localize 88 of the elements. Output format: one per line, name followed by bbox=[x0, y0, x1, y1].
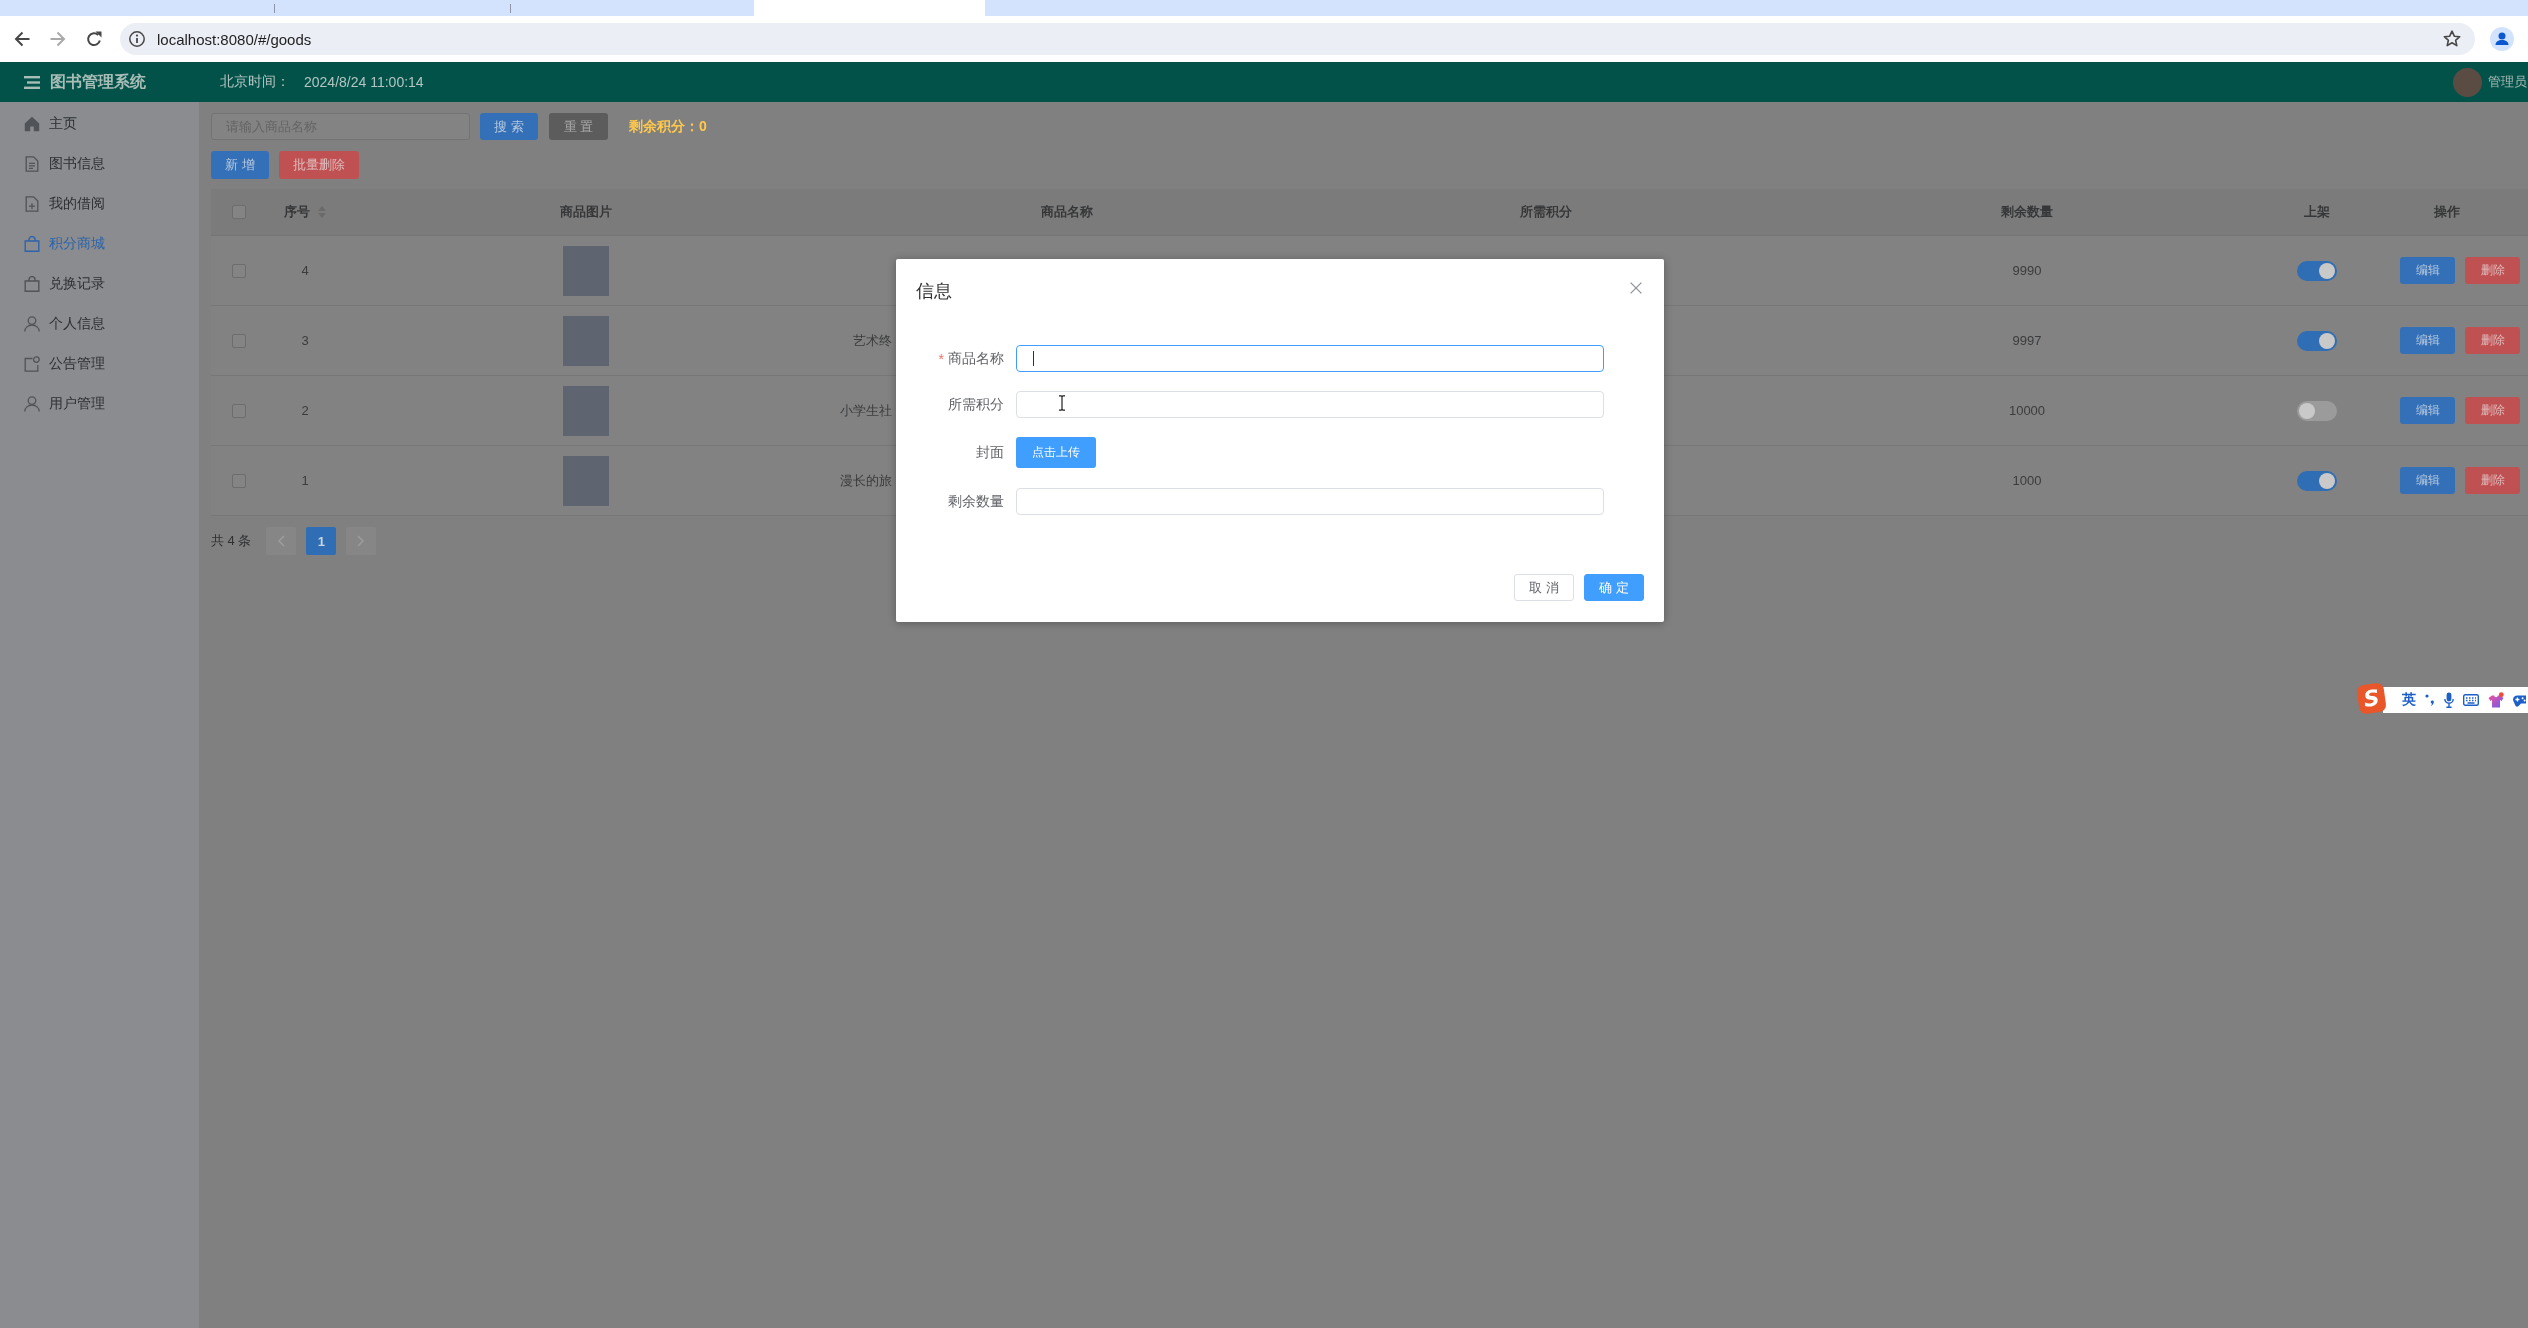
photo-placeholder bbox=[563, 455, 609, 506]
user-name[interactable]: 管理员 bbox=[2488, 73, 2527, 91]
table-cell: 艺术终 bbox=[853, 331, 892, 350]
reload-icon[interactable] bbox=[86, 31, 102, 47]
delete-button[interactable]: 删除 bbox=[2465, 327, 2520, 354]
table-cell: 2 bbox=[301, 403, 309, 418]
table-cell: 9990 bbox=[2012, 263, 2042, 278]
confirm-button[interactable]: 确 定 bbox=[1584, 574, 1644, 601]
column-header: 所需积分 bbox=[1520, 203, 1572, 221]
edit-button[interactable]: 编辑 bbox=[2400, 257, 2455, 284]
star-icon[interactable] bbox=[2443, 30, 2461, 48]
home-icon bbox=[24, 116, 40, 132]
toggle-switch[interactable] bbox=[2297, 470, 2337, 491]
reset-button[interactable]: 重 置 bbox=[549, 113, 608, 140]
table-cell: 3 bbox=[301, 333, 309, 348]
page-button[interactable]: 1 bbox=[306, 527, 337, 555]
shirt-icon[interactable] bbox=[2488, 692, 2504, 708]
field-label: 商品名称 bbox=[948, 349, 1004, 368]
photo-placeholder bbox=[563, 315, 609, 366]
bag-icon bbox=[24, 236, 40, 252]
info-icon[interactable] bbox=[129, 31, 145, 47]
table-cell: 小学生社 bbox=[840, 401, 892, 420]
required-mark: * bbox=[938, 350, 944, 367]
input-field[interactable] bbox=[1016, 345, 1604, 372]
input-mode-toggle[interactable]: 英 bbox=[2402, 691, 2416, 709]
sidebar-item[interactable]: 个人信息 bbox=[0, 304, 199, 344]
dialog-title: 信息 bbox=[916, 280, 952, 303]
user-icon bbox=[24, 396, 40, 412]
batch-delete-button[interactable]: 批量删除 bbox=[279, 151, 359, 179]
edit-button[interactable]: 编辑 bbox=[2400, 327, 2455, 354]
document-icon bbox=[24, 156, 40, 172]
photo-placeholder bbox=[563, 245, 609, 296]
upload-button[interactable]: 点击上传 bbox=[1016, 437, 1096, 468]
forward-arrow-icon[interactable] bbox=[50, 31, 66, 47]
gamepad-icon[interactable] bbox=[2513, 693, 2526, 707]
column-header: 剩余数量 bbox=[2001, 203, 2053, 221]
clock-value: 2024/8/24 11:00:14 bbox=[304, 74, 424, 90]
column-header: 商品图片 bbox=[560, 203, 612, 221]
table-cell: 1000 bbox=[2012, 473, 2042, 488]
toggle-switch[interactable] bbox=[2297, 260, 2337, 281]
back-arrow-icon[interactable] bbox=[14, 31, 30, 47]
text-caret bbox=[1033, 351, 1034, 366]
sidebar-item[interactable]: 我的借阅 bbox=[0, 184, 199, 224]
toggle-switch[interactable] bbox=[2297, 330, 2337, 351]
sidebar-item[interactable]: 公告管理 bbox=[0, 344, 199, 384]
punctuation-icon[interactable] bbox=[2425, 694, 2435, 706]
delete-button[interactable]: 删除 bbox=[2465, 397, 2520, 424]
column-header: 商品名称 bbox=[1041, 203, 1093, 221]
total-count: 共 4 条 bbox=[211, 532, 252, 550]
table-cell: 10000 bbox=[2008, 403, 2046, 418]
table-cell: 1 bbox=[301, 473, 309, 488]
bag-icon bbox=[24, 276, 40, 292]
close-icon[interactable] bbox=[1630, 282, 1642, 294]
search-button[interactable]: 搜 索 bbox=[480, 113, 538, 140]
menu-icon[interactable] bbox=[24, 75, 40, 89]
add-button[interactable]: 新 增 bbox=[211, 151, 269, 179]
column-header: 操作 bbox=[2434, 203, 2460, 221]
toggle-switch[interactable] bbox=[2297, 400, 2337, 421]
sidebar-item[interactable]: 兑换记录 bbox=[0, 264, 199, 304]
column-header: 序号 bbox=[284, 203, 310, 221]
clock-label: 北京时间： bbox=[220, 73, 290, 91]
table-cell: 漫长的旅 bbox=[840, 471, 892, 490]
points-balance: 剩余积分：0 bbox=[629, 117, 707, 136]
sidebar-item[interactable]: 积分商城 bbox=[0, 224, 199, 264]
cancel-button[interactable]: 取 消 bbox=[1514, 574, 1574, 601]
field-label: 所需积分 bbox=[948, 395, 1004, 414]
delete-button[interactable]: 删除 bbox=[2465, 257, 2520, 284]
profile-icon[interactable] bbox=[2490, 27, 2514, 51]
delete-button[interactable]: 删除 bbox=[2465, 467, 2520, 494]
field-label: 封面 bbox=[976, 443, 1004, 462]
microphone-icon[interactable] bbox=[2444, 692, 2454, 708]
address-bar[interactable]: localhost:8080/#/goods bbox=[120, 23, 2475, 55]
sidebar-item[interactable]: 用户管理 bbox=[0, 384, 199, 424]
sidebar-item[interactable]: 图书信息 bbox=[0, 144, 199, 184]
text-cursor-icon bbox=[1058, 395, 1066, 411]
notification-icon bbox=[24, 356, 40, 372]
field-label: 剩余数量 bbox=[948, 492, 1004, 511]
table-cell: 9997 bbox=[2012, 333, 2042, 348]
edit-button[interactable]: 编辑 bbox=[2400, 397, 2455, 424]
keyboard-icon[interactable] bbox=[2463, 694, 2479, 706]
column-header: 上架 bbox=[2304, 203, 2330, 221]
app-title: 图书管理系统 bbox=[50, 71, 146, 92]
document-plus-icon bbox=[24, 196, 40, 212]
sidebar-item[interactable]: 主页 bbox=[0, 104, 199, 144]
user-icon bbox=[24, 316, 40, 332]
photo-placeholder bbox=[563, 385, 609, 436]
table-cell: 4 bbox=[301, 263, 309, 278]
edit-button[interactable]: 编辑 bbox=[2400, 467, 2455, 494]
